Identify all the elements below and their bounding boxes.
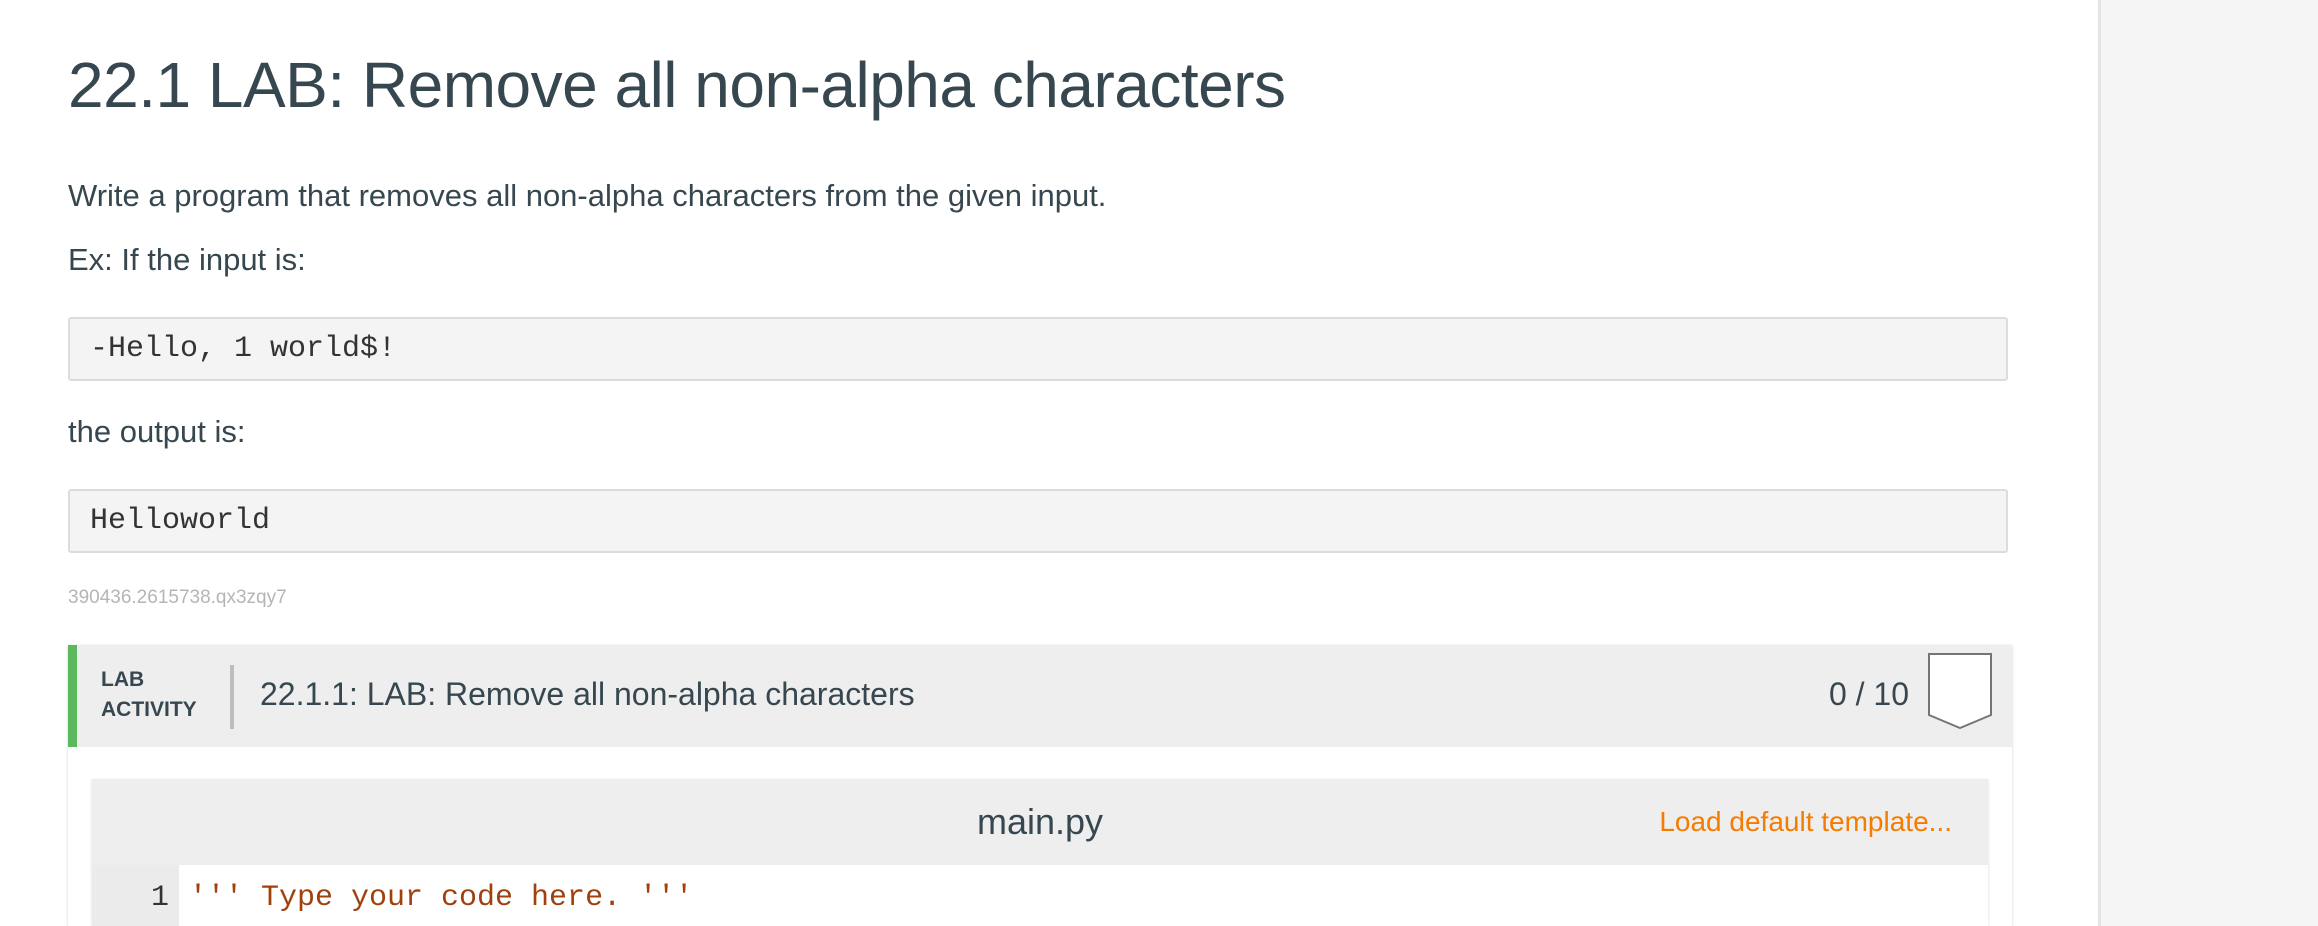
line-number-gutter: 1 [92,865,179,926]
lab-activity-title: 22.1.1: LAB: Remove all non-alpha charac… [260,676,915,712]
main-content: 22.1 LAB: Remove all non-alpha character… [0,0,2098,926]
code-line[interactable]: ''' Type your code here. ''' [189,881,693,915]
right-side-panel [2098,0,2318,926]
lab-activity-header: LAB ACTIVITY 22.1.1: LAB: Remove all non… [68,645,2012,747]
lab-activity-card: LAB ACTIVITY 22.1.1: LAB: Remove all non… [68,645,2012,926]
shield-badge-icon [1928,653,1992,729]
code-editor: main.py Load default template... 1 ''' T… [92,779,1988,926]
load-default-template-link[interactable]: Load default template... [1659,779,1952,865]
description-paragraph: Write a program that removes all non-alp… [68,178,1107,213]
example-intro-text: Ex: If the input is: [68,242,306,277]
page-title: 22.1 LAB: Remove all non-alpha character… [68,49,1286,121]
lab-tag-line2: ACTIVITY [101,698,197,721]
lab-activity-tag: LAB ACTIVITY [101,665,197,725]
example-output-block: Helloworld [68,489,2008,553]
example-input-block: -Hello, 1 world$! [68,317,2008,381]
lab-tag-line1: LAB [101,668,145,691]
line-number: 1 [150,881,169,915]
lab-score: 0 / 10 [1828,676,1909,712]
lab-header-divider [230,665,234,729]
activity-id: 390436.2615738.qx3zqy7 [68,587,287,608]
editor-header: main.py Load default template... [92,779,1988,865]
output-intro-text: the output is: [68,414,246,449]
